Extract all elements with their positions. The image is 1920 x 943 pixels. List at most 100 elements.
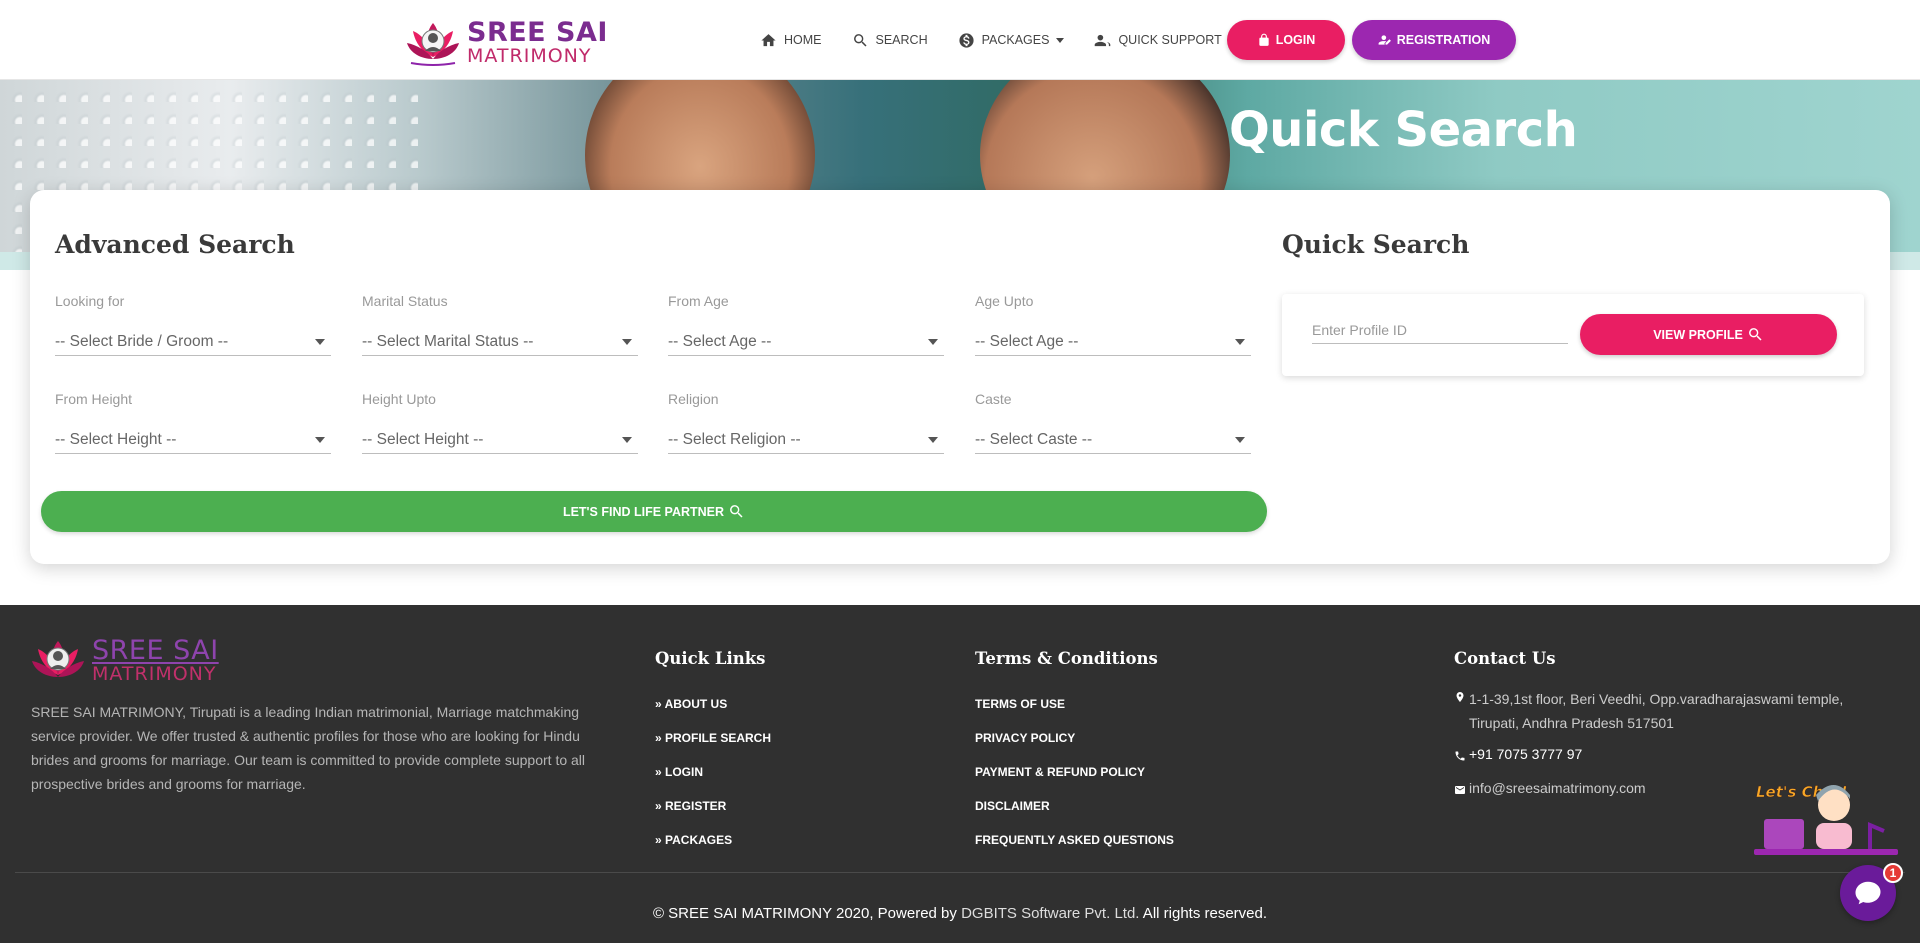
home-icon [761,33,776,46]
from-age-select[interactable]: -- Select Age -- [668,328,944,356]
find-button-label: LET'S FIND LIFE PARTNER [562,504,725,519]
select-value: -- Select Religion -- [668,430,801,448]
select-value: -- Select Height -- [55,430,177,448]
footer-link-about-us[interactable]: » ABOUT US [655,695,771,729]
contact-address: 1-1-39,1st floor, Beri Veedhi, Opp.varad… [1454,687,1884,735]
looking-for-field: Looking for -- Select Bride / Groom -- [55,293,331,356]
select-value: -- Select Marital Status -- [362,332,534,350]
from-height-select[interactable]: -- Select Height -- [55,426,331,454]
search-icon [730,505,743,518]
dollar-circle-icon [959,32,974,48]
terms-list: TERMS OF USE PRIVACY POLICY PAYMENT & RE… [975,695,1174,865]
age-upto-select[interactable]: -- Select Age -- [975,328,1251,356]
footer-link-terms-of-use[interactable]: TERMS OF USE [975,695,1174,729]
brand-subname: MATRIMONY [467,44,592,67]
field-label: Height Upto [362,391,436,407]
lotus-logo-icon [32,641,84,677]
height-upto-field: Height Upto -- Select Height -- [362,391,638,454]
select-value: -- Select Bride / Groom -- [55,332,229,350]
dropdown-arrow-icon [1235,338,1245,345]
contact-phone[interactable]: +91 7075 3777 97 [1454,746,1582,763]
marital-status-field: Marital Status -- Select Marital Status … [362,293,638,356]
quick-links-list: » ABOUT US » PROFILE SEARCH » LOGIN » RE… [655,695,771,865]
field-label: Marital Status [362,293,448,309]
copyright-prefix: © SREE SAI MATRIMONY 2020, Powered by [652,905,962,922]
nav-home-label: HOME [784,33,822,47]
nav-search-label: SEARCH [875,33,928,47]
field-label: Age Upto [975,293,1034,309]
nav-quick-support-dropdown[interactable]: QUICK SUPPORT [1094,32,1237,49]
field-label: From Height [55,391,133,407]
caste-select[interactable]: -- Select Caste -- [975,426,1251,454]
search-icon [853,33,867,47]
chat-bubble-icon [1855,881,1881,905]
footer-link-disclaimer[interactable]: DISCLAIMER [975,797,1174,831]
phone-icon [1455,751,1465,761]
footer-link-register[interactable]: » REGISTER [655,797,771,831]
nav-search[interactable]: SEARCH [852,32,928,49]
footer-link-profile-search[interactable]: » PROFILE SEARCH [655,729,771,763]
select-value: -- Select Caste -- [975,430,1093,448]
view-profile-label: VIEW PROFILE [1653,327,1743,342]
registration-button[interactable]: REGISTRATION [1352,20,1516,60]
dropdown-arrow-icon [928,338,938,345]
top-navbar: SREE SAI MATRIMONY HOME SEARCH PACKAGES … [0,0,1920,80]
profile-id-input[interactable] [1312,316,1568,344]
from-age-field: From Age -- Select Age -- [668,293,944,356]
map-marker-icon [1456,692,1464,702]
field-label: Caste [975,391,1012,407]
lets-chat-illustration[interactable]: Let's Chat! [1752,773,1900,858]
dropdown-arrow-icon [928,436,938,443]
dropdown-arrow-icon [1235,436,1245,443]
footer-logo[interactable]: SREE SAI MATRIMONY [30,635,219,685]
age-upto-field: Age Upto -- Select Age -- [975,293,1251,356]
copyright-company-link[interactable]: DGBITS Software Pvt. Ltd. [961,905,1139,922]
field-label: From Age [668,293,729,309]
nav-quick-support-label: QUICK SUPPORT [1118,33,1222,47]
field-label: Religion [668,391,719,407]
quick-links-title: Quick Links [655,649,766,668]
caste-field: Caste -- Select Caste -- [975,391,1251,454]
caret-down-icon [1056,37,1065,43]
user-edit-icon [1378,35,1391,45]
envelope-icon [1455,786,1465,794]
looking-for-select[interactable]: -- Select Bride / Groom -- [55,328,331,356]
dropdown-arrow-icon [622,436,632,443]
select-value: -- Select Age -- [975,332,1079,350]
marital-status-select[interactable]: -- Select Marital Status -- [362,328,638,356]
contact-email[interactable]: info@sreesaimatrimony.com [1454,780,1646,797]
contact-address-text: 1-1-39,1st floor, Beri Veedhi, Opp.varad… [1469,691,1844,731]
find-life-partner-button[interactable]: LET'S FIND LIFE PARTNER [41,491,1267,532]
copyright-suffix: All rights reserved. [1139,905,1268,922]
nav-packages-label: PACKAGES [981,33,1050,47]
login-button[interactable]: LOGIN [1227,20,1345,60]
login-label: LOGIN [1275,33,1316,47]
brand-name: SREE SAI [467,16,608,48]
brand-logo[interactable]: SREE SAI MATRIMONY [405,17,608,67]
advanced-search-title: Advanced Search [55,230,295,259]
dropdown-arrow-icon [622,338,632,345]
footer-link-privacy-policy[interactable]: PRIVACY POLICY [975,729,1174,763]
select-value: -- Select Age -- [668,332,772,350]
nav-packages-dropdown[interactable]: PACKAGES [958,32,1065,49]
site-footer: SREE SAI MATRIMONY SREE SAI MATRIMONY, T… [0,605,1920,943]
nav-home[interactable]: HOME [760,32,822,49]
footer-link-login[interactable]: » LOGIN [655,763,771,797]
contact-title: Contact Us [1454,649,1556,668]
search-card: Advanced Search Looking for -- Select Br… [30,190,1890,564]
field-label: Looking for [55,293,125,309]
quick-search-title: Quick Search [1282,230,1470,259]
from-height-field: From Height -- Select Height -- [55,391,331,454]
religion-select[interactable]: -- Select Religion -- [668,426,944,454]
height-upto-select[interactable]: -- Select Height -- [362,426,638,454]
dropdown-arrow-icon [315,436,325,443]
religion-field: Religion -- Select Religion -- [668,391,944,454]
lotus-logo-icon [407,23,459,66]
footer-link-faq[interactable]: FREQUENTLY ASKED QUESTIONS [975,831,1174,865]
footer-link-packages[interactable]: » PACKAGES [655,831,771,865]
footer-link-refund-policy[interactable]: PAYMENT & REFUND POLICY [975,763,1174,797]
view-profile-button[interactable]: VIEW PROFILE [1580,314,1837,355]
search-icon [1748,328,1762,341]
lock-icon [1259,33,1269,46]
quick-search-box: VIEW PROFILE [1282,294,1864,376]
